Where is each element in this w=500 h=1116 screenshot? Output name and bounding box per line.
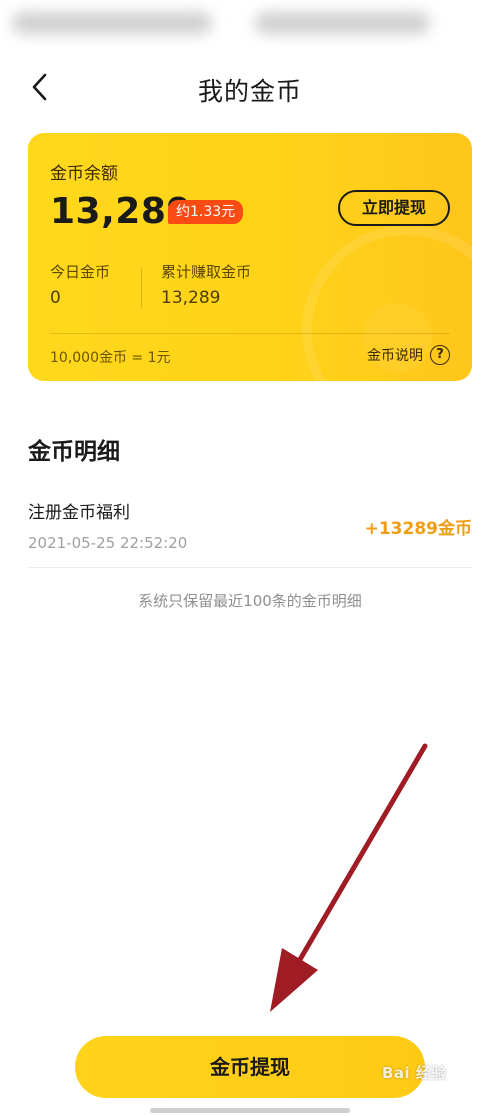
exchange-rate-text: 10,000金币 = 1元 [50,350,171,366]
balance-label: 金币余额 [50,164,118,184]
list-item: 注册金币福利 2021-05-25 22:52:20 +13289金币 [28,492,472,568]
rmb-equivalent-badge: 约1.33元 [168,200,244,224]
blurred-status-left [12,12,212,34]
withdraw-now-button[interactable]: 立即提现 [338,190,450,226]
home-indicator [150,1108,350,1113]
today-coins-label: 今日金币 [50,263,111,281]
record-time: 2021-05-25 22:52:20 [28,534,188,552]
coins-page: 我的金币 金币余额 13,289 约1.33元 立即提现 今日金币 0 累计赚取… [0,0,500,1116]
coin-explanation-link[interactable]: 金币说明 ? [367,344,450,366]
status-bar [0,0,500,48]
blurred-status-right [255,12,430,34]
record-divider [28,567,472,568]
coin-balance-card: 金币余额 13,289 约1.33元 立即提现 今日金币 0 累计赚取金币 13… [28,133,472,381]
stat-divider [141,268,142,308]
today-coins-value: 0 [50,288,61,308]
question-circle-icon: ? [430,345,450,365]
total-earned-label: 累计赚取金币 [161,263,252,281]
baidu-watermark: Bai 经验 [382,1064,447,1082]
card-divider [50,333,450,334]
record-title: 注册金币福利 [28,503,130,523]
total-earned-value: 13,289 [161,288,221,308]
record-amount: +13289金币 [364,519,472,539]
nav-bar: 我的金币 [0,56,500,118]
details-section-title: 金币明细 [28,439,120,465]
withdraw-coins-button[interactable]: 金币提现 [75,1036,425,1098]
page-title: 我的金币 [197,77,302,106]
retention-footnote: 系统只保留最近100条的金币明细 [138,592,362,610]
coin-explanation-label: 金币说明 [367,348,423,364]
